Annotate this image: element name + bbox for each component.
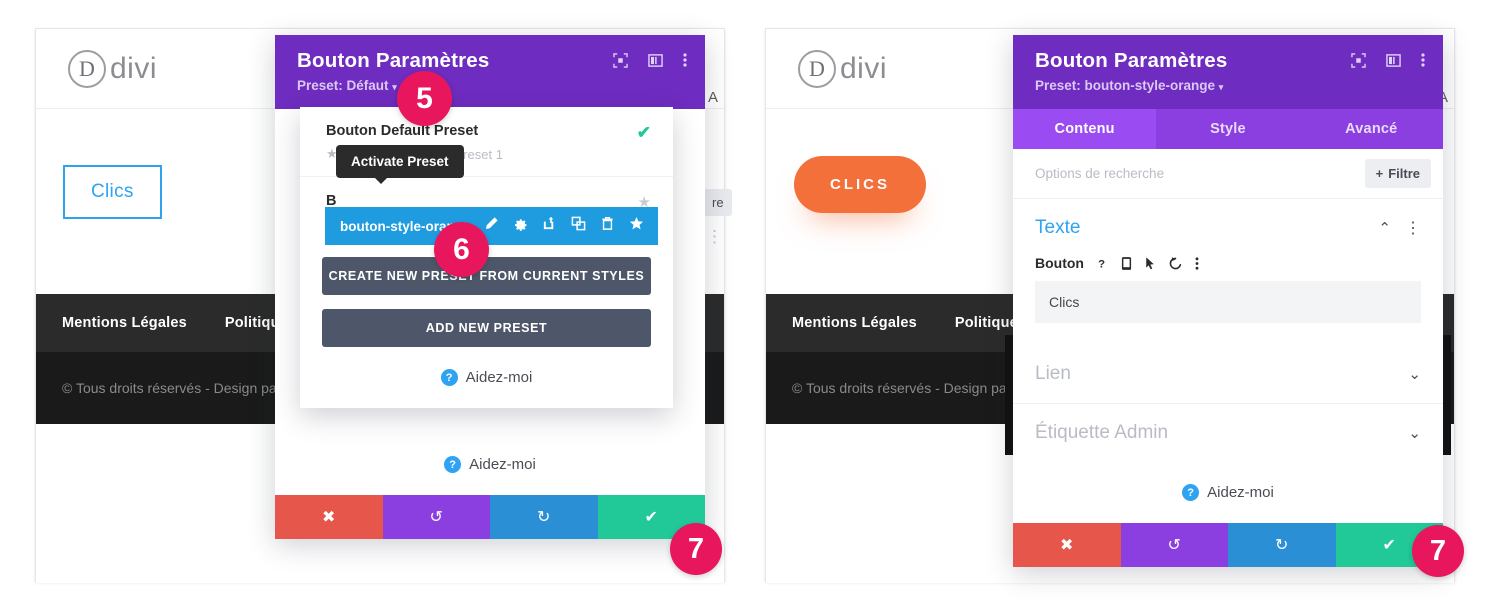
add-new-preset-button[interactable]: ADD NEW PRESET — [322, 309, 651, 347]
divi-logo-right: D divi — [798, 49, 888, 88]
divi-logo-word: divi — [110, 51, 158, 85]
fullscreen-icon[interactable] — [613, 52, 628, 68]
duplicate-icon[interactable] — [571, 216, 586, 236]
help-icon: ? — [1182, 484, 1200, 501]
divi-logo-mark: D — [68, 49, 106, 88]
action-bar-right: ✖ ↺ ↻ ✔ — [1013, 523, 1443, 567]
preset-label-right: Preset: bouton-style-orange — [1035, 78, 1216, 93]
layout-split-icon[interactable] — [1386, 53, 1401, 68]
help-label-dropdown: Aidez-moi — [465, 369, 533, 386]
modal-title-left: Bouton Paramètres — [297, 49, 490, 72]
footer-link-mentions[interactable]: Mentions Légales — [62, 315, 187, 331]
modal-title-right: Bouton Paramètres — [1035, 49, 1228, 72]
plus-icon: + — [1375, 166, 1384, 181]
section-texte[interactable]: Texte ⌃ ⋮ — [1013, 199, 1443, 245]
chevron-down-icon[interactable]: ⌄ — [1408, 424, 1421, 442]
redo-button-right[interactable]: ↻ — [1228, 523, 1336, 567]
more-vertical-icon[interactable] — [683, 52, 687, 68]
chevron-down-icon: ▾ — [1218, 82, 1224, 92]
page-button-clics-outline[interactable]: Clics — [63, 165, 162, 219]
modal-header-right: Bouton Paramètres Preset: bouton-style-o… — [1013, 35, 1443, 109]
page-button-clics-orange[interactable]: CLICS — [794, 156, 926, 213]
chevron-down-icon[interactable]: ⌄ — [1408, 365, 1421, 383]
section-lien-label: Lien — [1035, 363, 1071, 384]
preset-selector-right[interactable]: Preset: bouton-style-orange ▾ — [1035, 78, 1228, 93]
step-badge-7-right: 7 — [1412, 525, 1464, 577]
footer-link-mentions-right[interactable]: Mentions Légales — [792, 315, 917, 331]
svg-text:?: ? — [1098, 258, 1105, 270]
section-etiquette-admin[interactable]: Étiquette Admin ⌄ — [1013, 404, 1443, 462]
cursor-icon[interactable] — [1144, 256, 1156, 271]
preset-item-name: Bouton Default Preset — [326, 123, 479, 139]
reset-icon[interactable] — [1168, 256, 1183, 271]
help-icon: ? — [440, 369, 458, 386]
preset-selector-left[interactable]: Preset: Défaut ▾ — [297, 78, 490, 93]
search-row-right: Options de recherche + Filtre — [1013, 149, 1443, 199]
modal-header-left: Bouton Paramètres Preset: Défaut ▾ — [275, 35, 705, 109]
export-icon[interactable] — [542, 216, 557, 236]
field-bouton-input[interactable] — [1035, 281, 1421, 323]
tab-style[interactable]: Style — [1156, 109, 1299, 149]
divi-logo-left: D divi — [68, 49, 158, 88]
chevron-down-icon: ▾ — [392, 82, 397, 92]
section-etiquette-admin-label: Étiquette Admin — [1035, 422, 1169, 443]
step-badge-5: 5 — [397, 71, 452, 126]
check-icon: ✔ — [636, 123, 651, 142]
cancel-button-right[interactable]: ✖ — [1013, 523, 1121, 567]
settings-icon[interactable] — [513, 216, 528, 236]
undo-button-left[interactable]: ↺ — [382, 495, 490, 539]
filter-button-label: Filtre — [1388, 166, 1420, 181]
more-vertical-icon[interactable] — [1421, 52, 1425, 68]
search-input[interactable]: Options de recherche — [1035, 166, 1164, 181]
undo-button-right[interactable]: ↺ — [1120, 523, 1228, 567]
field-bouton-label-row: Bouton ? — [1035, 249, 1421, 281]
action-bar-left: ✖ ↺ ↻ ✔ — [275, 495, 705, 539]
help-label-left: Aidez-moi — [469, 456, 536, 473]
create-new-preset-button[interactable]: CREATE NEW PRESET FROM CURRENT STYLES — [322, 257, 651, 295]
help-row-right[interactable]: ? Aidez-moi — [1013, 462, 1443, 523]
modal-tabs-right: Contenu Style Avancé — [1013, 109, 1443, 149]
help-icon[interactable]: ? — [1096, 256, 1109, 270]
trash-icon[interactable] — [600, 216, 615, 236]
button-settings-modal-left: Bouton Paramètres Preset: Défaut ▾ ? Aid… — [275, 35, 705, 539]
redo-button-left[interactable]: ↻ — [490, 495, 598, 539]
fullscreen-icon[interactable] — [1351, 52, 1366, 68]
scrollbar-left-strip[interactable] — [1005, 335, 1013, 455]
section-lien[interactable]: Lien ⌄ — [1013, 345, 1443, 404]
preset-selected-row[interactable]: bouton-style-orang — [325, 207, 658, 245]
field-bouton: Bouton ? — [1013, 245, 1443, 345]
button-settings-modal-right: Bouton Paramètres Preset: bouton-style-o… — [1013, 35, 1443, 567]
help-row-left[interactable]: ? Aidez-moi — [275, 434, 705, 495]
preset-label-left: Preset: Défaut — [297, 78, 389, 93]
section-texte-label: Texte — [1035, 217, 1081, 238]
help-label-right: Aidez-moi — [1207, 484, 1274, 501]
divi-logo-mark-right: D — [798, 49, 836, 88]
tab-contenu[interactable]: Contenu — [1013, 109, 1157, 149]
chevron-up-icon[interactable]: ⌃ — [1378, 219, 1391, 237]
modal-body-right: Texte ⌃ ⋮ Bouton ? Clics Lien ⌄ Étiquett… — [1013, 199, 1443, 462]
star-icon[interactable] — [629, 216, 644, 236]
activate-preset-tooltip: Activate Preset — [336, 145, 464, 184]
step-badge-6: 6 — [434, 222, 489, 277]
more-vertical-icon[interactable]: ⋮ — [1405, 218, 1421, 238]
help-icon: ? — [444, 456, 462, 473]
cancel-button-left[interactable]: ✖ — [275, 495, 383, 539]
filter-button[interactable]: + Filtre — [1364, 159, 1431, 188]
help-row-dropdown[interactable]: ? Aidez-moi — [300, 361, 673, 408]
divi-logo-word-right: divi — [840, 51, 888, 85]
tab-avance[interactable]: Avancé — [1300, 109, 1443, 149]
step-badge-7-left: 7 — [670, 523, 722, 575]
field-bouton-label: Bouton — [1035, 255, 1084, 271]
layout-split-icon[interactable] — [648, 53, 663, 68]
scrollbar-right-strip[interactable] — [1443, 335, 1451, 455]
edit-icon[interactable] — [484, 216, 499, 236]
more-vertical-icon[interactable] — [1195, 256, 1199, 271]
screenshot-root: D divi Clics Mentions Légales Politique … — [0, 0, 1500, 610]
preset-item-orange[interactable]: B ★ Activate Preset bouton-style-orang — [300, 145, 673, 245]
mobile-icon[interactable] — [1121, 256, 1132, 271]
